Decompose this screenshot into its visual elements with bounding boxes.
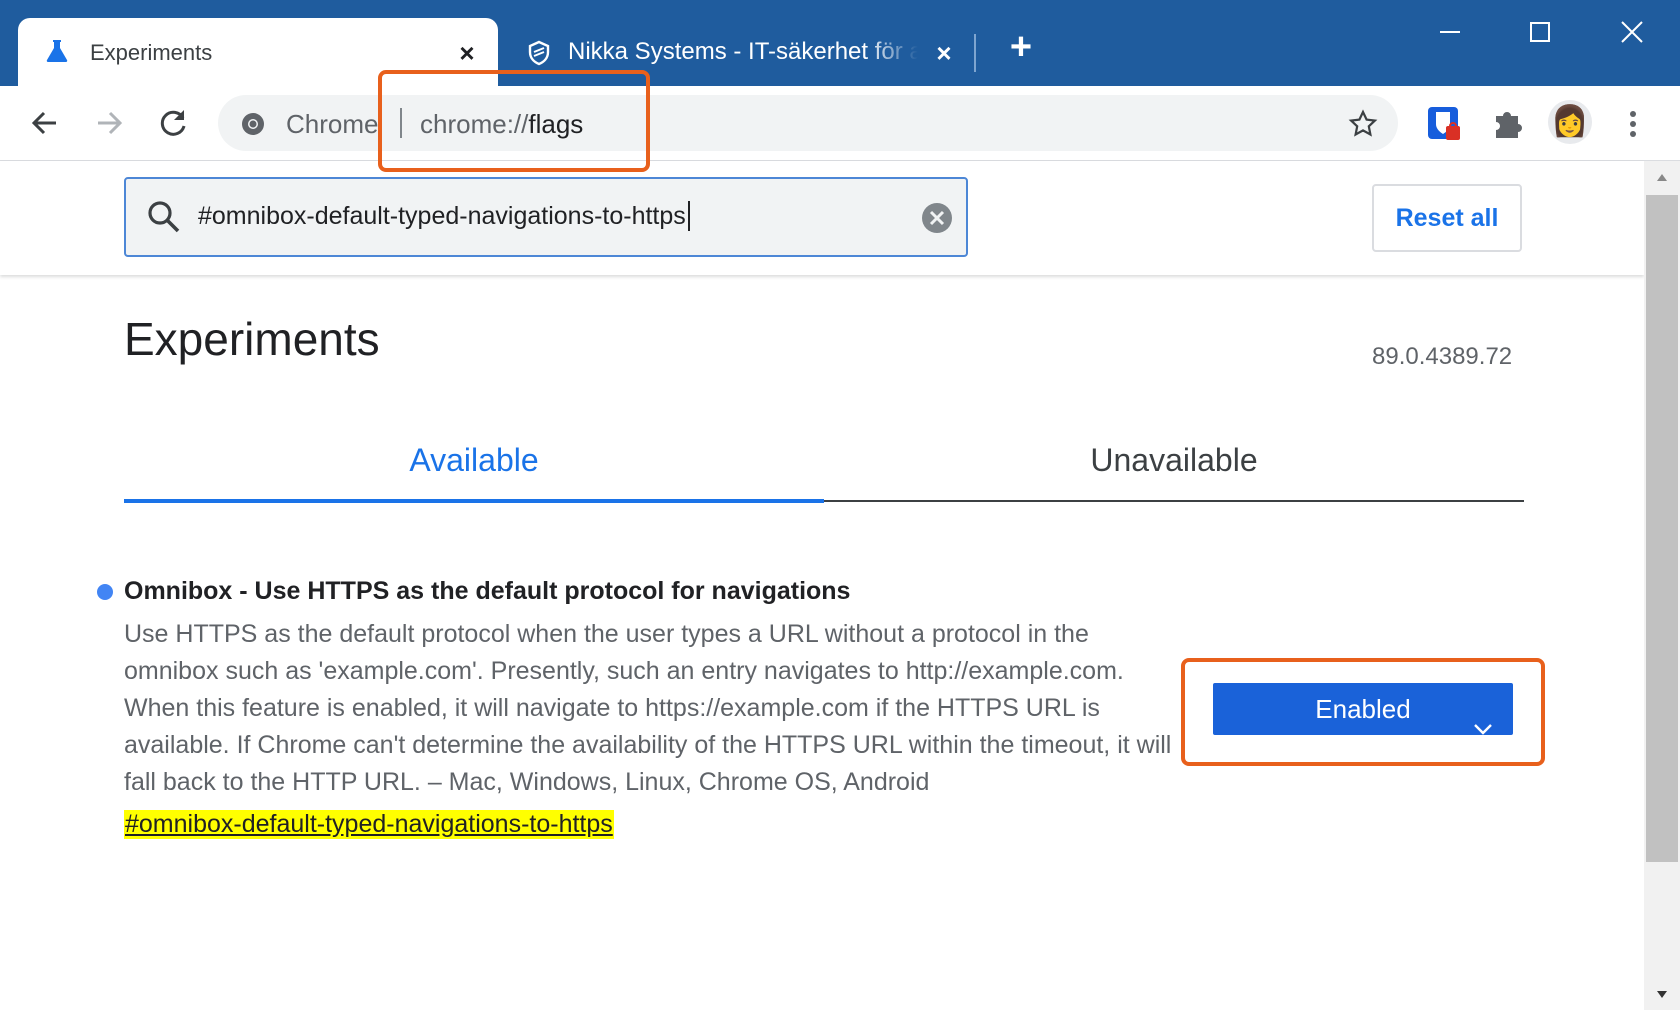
more-menu-icon[interactable] [1618,104,1648,144]
close-tab-icon[interactable]: × [454,40,480,66]
browser-toolbar: Chrome chrome://flags 👩 [0,86,1680,161]
bookmark-star-icon[interactable] [1348,109,1378,144]
tab-unavailable[interactable]: Unavailable [824,420,1524,500]
search-icon [146,199,182,240]
tab-nikka-systems[interactable]: Nikka Systems - IT-säkerhet för alla × [500,18,970,86]
flag-description: Use HTTPS as the default protocol when t… [124,620,1172,796]
maximize-button[interactable] [1518,14,1562,50]
scroll-up-arrow-icon[interactable] [1656,169,1668,187]
scroll-thumb[interactable] [1646,195,1678,862]
version-label: 89.0.4389.72 [1372,343,1513,370]
url-text[interactable]: chrome://flags [420,109,583,140]
clear-search-icon[interactable] [920,201,954,240]
minimize-button[interactable] [1428,14,1472,50]
tab-separator [974,34,976,72]
shield-icon [526,40,552,71]
arrow-right-icon [98,111,123,135]
chrome-logo-icon [240,111,266,142]
tab-experiments[interactable]: Experiments × [18,18,498,88]
bitwarden-extension-icon[interactable] [1424,104,1464,144]
scroll-down-arrow-icon[interactable] [1656,987,1668,1005]
extensions-puzzle-icon[interactable] [1488,104,1528,144]
flags-search-input[interactable]: #omnibox-default-typed-navigations-to-ht… [124,177,968,257]
tab-title: Nikka Systems - IT-säkerhet för alla [568,38,918,65]
search-query: #omnibox-default-typed-navigations-to-ht… [198,201,690,231]
arrow-left-icon [31,111,56,135]
close-window-button[interactable] [1610,14,1654,50]
reload-icon [160,110,186,136]
forward-button[interactable] [88,102,130,144]
reload-button[interactable] [152,102,194,144]
flag-state-value: Enabled [1315,694,1411,724]
flags-header: #omnibox-default-typed-navigations-to-ht… [0,161,1644,275]
tab-available[interactable]: Available [124,420,824,500]
address-bar[interactable]: Chrome chrome://flags [218,95,1398,151]
flag-permalink[interactable]: #omnibox-default-typed-navigations-to-ht… [124,810,614,839]
modified-flag-dot [97,584,113,600]
flag-title: Omnibox - Use HTTPS as the default proto… [124,577,851,605]
close-tab-icon[interactable]: × [931,40,957,66]
origin-chip: Chrome [286,109,378,139]
flag-state-select[interactable]: Enabled [1213,683,1513,735]
chevron-down-icon [1473,701,1493,753]
flask-icon [44,38,70,69]
omnibox-divider [400,108,402,138]
back-button[interactable] [24,102,66,144]
new-tab-button[interactable]: + [1003,28,1039,66]
tab-title: Experiments [90,40,213,65]
profile-avatar[interactable]: 👩 [1548,100,1592,144]
title-bar: Experiments × Nikka Systems - IT-säkerhe… [0,0,1680,88]
flags-tabs: Available Unavailable [124,420,1524,503]
selected-tab-indicator [124,499,824,503]
page-scrollbar[interactable] [1644,161,1680,1010]
reset-all-button[interactable]: Reset all [1372,184,1522,252]
page-title: Experiments [124,313,380,365]
tabs-divider [824,500,1524,502]
